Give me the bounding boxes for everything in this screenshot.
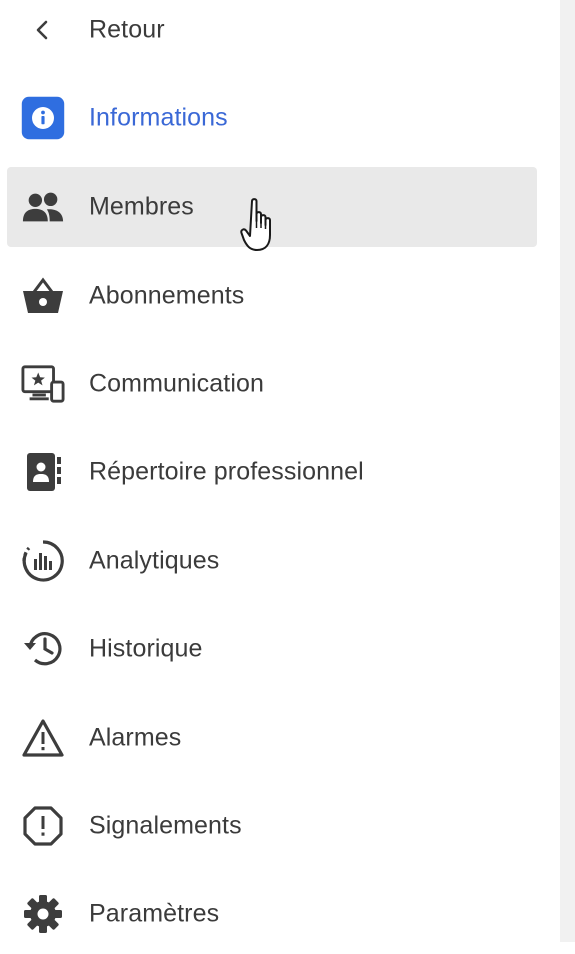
- report-icon: [21, 804, 65, 848]
- contact-book-icon: [21, 450, 65, 494]
- back-label: Retour: [89, 15, 165, 44]
- warning-icon: [21, 716, 65, 760]
- nav-item-label: Historique: [89, 634, 203, 663]
- nav-item-label: Répertoire professionnel: [89, 457, 364, 486]
- nav-item-signalements[interactable]: Signalements: [7, 786, 537, 866]
- chevron-left-icon: [21, 8, 65, 52]
- nav-item-repertoire[interactable]: Répertoire professionnel: [7, 432, 537, 512]
- nav-item-label: Paramètres: [89, 899, 220, 928]
- nav-item-informations[interactable]: Informations: [7, 78, 537, 158]
- nav-item-label: Informations: [89, 103, 228, 132]
- nav-item-label: Alarmes: [89, 723, 182, 752]
- nav-item-parametres[interactable]: Paramètres: [7, 874, 537, 954]
- nav-item-analytiques[interactable]: Analytiques: [7, 521, 537, 601]
- history-icon: [21, 627, 65, 671]
- gear-icon: [21, 892, 65, 936]
- nav-item-alarmes[interactable]: Alarmes: [7, 698, 537, 778]
- nav-item-label: Analytiques: [89, 546, 220, 575]
- analytics-icon: [21, 539, 65, 583]
- nav-item-label: Membres: [89, 192, 194, 221]
- nav-item-label: Abonnements: [89, 281, 245, 310]
- content-panel-edge: [560, 0, 575, 942]
- nav-item-historique[interactable]: Historique: [7, 609, 537, 689]
- nav-item-membres[interactable]: Membres: [7, 167, 537, 247]
- nav-item-abonnements[interactable]: Abonnements: [7, 256, 537, 336]
- basket-icon: [21, 274, 65, 318]
- nav-item-label: Signalements: [89, 811, 242, 840]
- sidebar-nav: Retour Informations Membres Abonnements …: [0, 0, 560, 942]
- nav-item-communication[interactable]: Communication: [7, 344, 537, 424]
- back-button[interactable]: Retour: [7, 0, 537, 70]
- nav-item-label: Communication: [89, 369, 264, 398]
- screen-star-icon: [21, 362, 65, 406]
- info-icon: [21, 96, 65, 140]
- people-icon: [21, 185, 65, 229]
